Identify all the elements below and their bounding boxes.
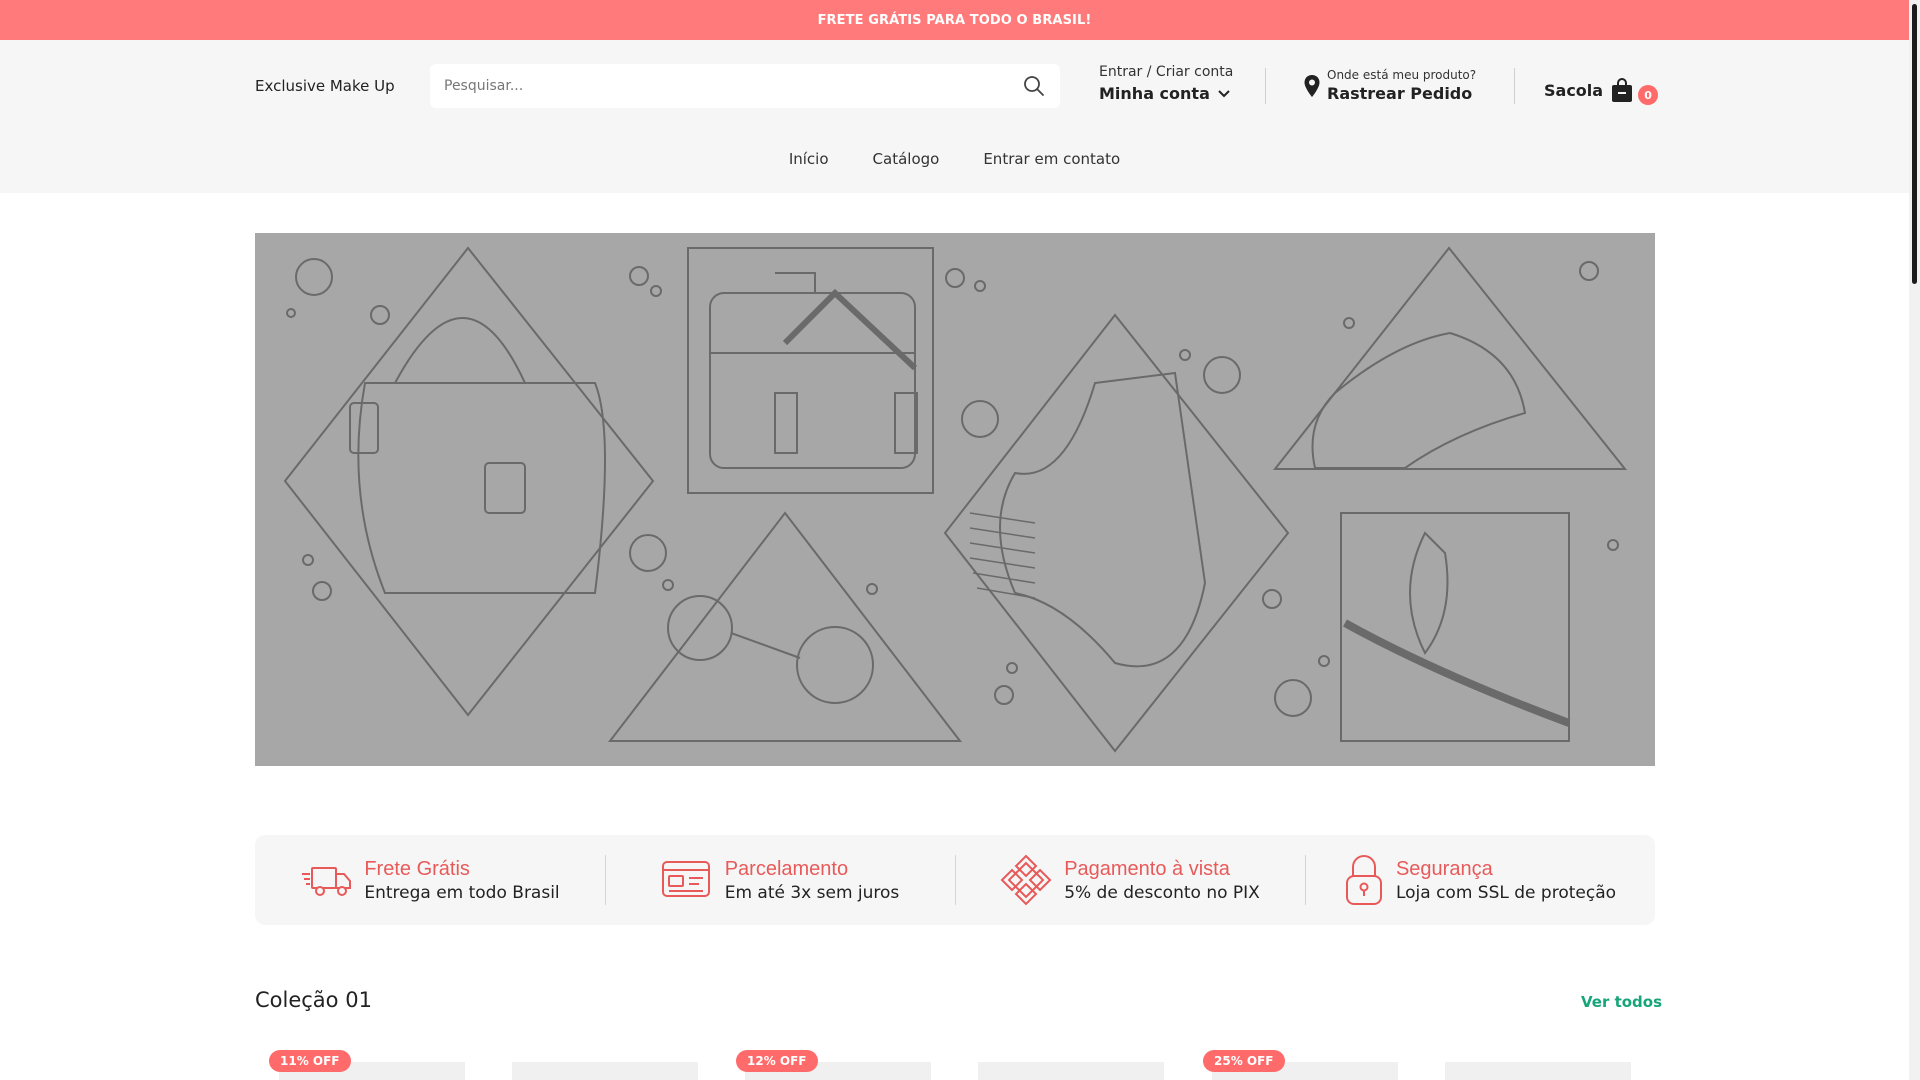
benefit-title: Frete Grátis: [364, 857, 470, 880]
announcement-bar: FRETE GRÁTIS PARA TODO O BRASIL!: [0, 0, 1909, 40]
benefits-bar: Frete Grátis Entrega em todo Brasil Parc…: [255, 835, 1655, 925]
product-card[interactable]: [978, 1062, 1164, 1080]
lock-icon: [1345, 855, 1382, 905]
benefit-security: Segurança Loja com SSL de proteção: [1305, 835, 1655, 925]
scrollbar-thumb[interactable]: [1912, 4, 1917, 284]
discount-badge: 12% OFF: [736, 1050, 818, 1072]
banner-triangle-shape: [607, 511, 963, 742]
credit-card-icon: [661, 861, 710, 897]
benefit-installments: Parcelamento Em até 3x sem juros: [605, 835, 955, 925]
shopping-bag-icon: [1612, 78, 1633, 102]
pix-icon: [1000, 854, 1052, 906]
benefit-title: Segurança: [1395, 857, 1493, 880]
banner-square-shape: [687, 247, 934, 494]
chevron-down-icon: [1218, 89, 1230, 97]
benefit-title: Parcelamento: [724, 857, 849, 880]
account-login-link[interactable]: Entrar / Criar conta: [1099, 64, 1233, 80]
nav-item-inicio[interactable]: Início: [789, 150, 829, 168]
track-order-caption: Onde está meu produto?: [1327, 68, 1477, 82]
header-divider: [1265, 68, 1266, 104]
discount-badge: 25% OFF: [1203, 1050, 1285, 1072]
account-menu[interactable]: Entrar / Criar conta Minha conta: [1099, 64, 1233, 103]
hero-banner[interactable]: [255, 233, 1655, 766]
banner-illustration: [283, 246, 1628, 753]
brand-logo[interactable]: Exclusive Make Up: [255, 77, 395, 95]
collection-title: Coleção 01: [255, 988, 372, 1012]
product-card[interactable]: [512, 1062, 698, 1080]
nav-item-contato[interactable]: Entrar em contato: [983, 150, 1120, 168]
benefit-pix-discount: Pagamento à vista 5% de desconto no PIX: [955, 835, 1305, 925]
track-order-label: Rastrear Pedido: [1327, 84, 1473, 103]
announcement-text: FRETE GRÁTIS PARA TODO O BRASIL!: [817, 12, 1092, 28]
benefit-subtitle: Entrega em todo Brasil: [364, 882, 560, 903]
search-icon[interactable]: [1022, 74, 1046, 98]
track-order-link[interactable]: Onde está meu produto? Rastrear Pedido: [1303, 68, 1476, 103]
account-label: Minha conta: [1099, 84, 1210, 103]
benefit-free-shipping: Frete Grátis Entrega em todo Brasil: [255, 835, 605, 925]
cart-label: Sacola: [1544, 80, 1604, 100]
cart-button[interactable]: Sacola 0: [1544, 77, 1659, 105]
header-divider: [1514, 68, 1515, 104]
product-grid: 11% OFF 12% OFF 25% OFF: [255, 1050, 1655, 1080]
benefit-subtitle: Em até 3x sem juros: [724, 882, 900, 903]
discount-badge: 11% OFF: [269, 1050, 351, 1072]
benefit-title: Pagamento à vista: [1064, 857, 1230, 880]
page-scrollbar[interactable]: [1909, 0, 1920, 1080]
nav-item-catalogo[interactable]: Catálogo: [873, 150, 940, 168]
truck-icon: [302, 867, 352, 896]
banner-triangle-shape: [1272, 246, 1628, 470]
search-input[interactable]: [444, 78, 1022, 94]
view-all-link[interactable]: Ver todos: [1581, 993, 1662, 1011]
main-nav: Início Catálogo Entrar em contato: [0, 150, 1909, 168]
location-pin-icon: [1304, 74, 1320, 97]
product-card[interactable]: [1445, 1062, 1631, 1080]
search-box: [430, 64, 1060, 108]
benefit-subtitle: 5% de desconto no PIX: [1064, 882, 1260, 903]
site-header: Exclusive Make Up Entrar / Criar conta M…: [0, 40, 1909, 193]
benefit-subtitle: Loja com SSL de proteção: [1395, 882, 1617, 903]
cart-count-badge: 0: [1638, 85, 1659, 105]
